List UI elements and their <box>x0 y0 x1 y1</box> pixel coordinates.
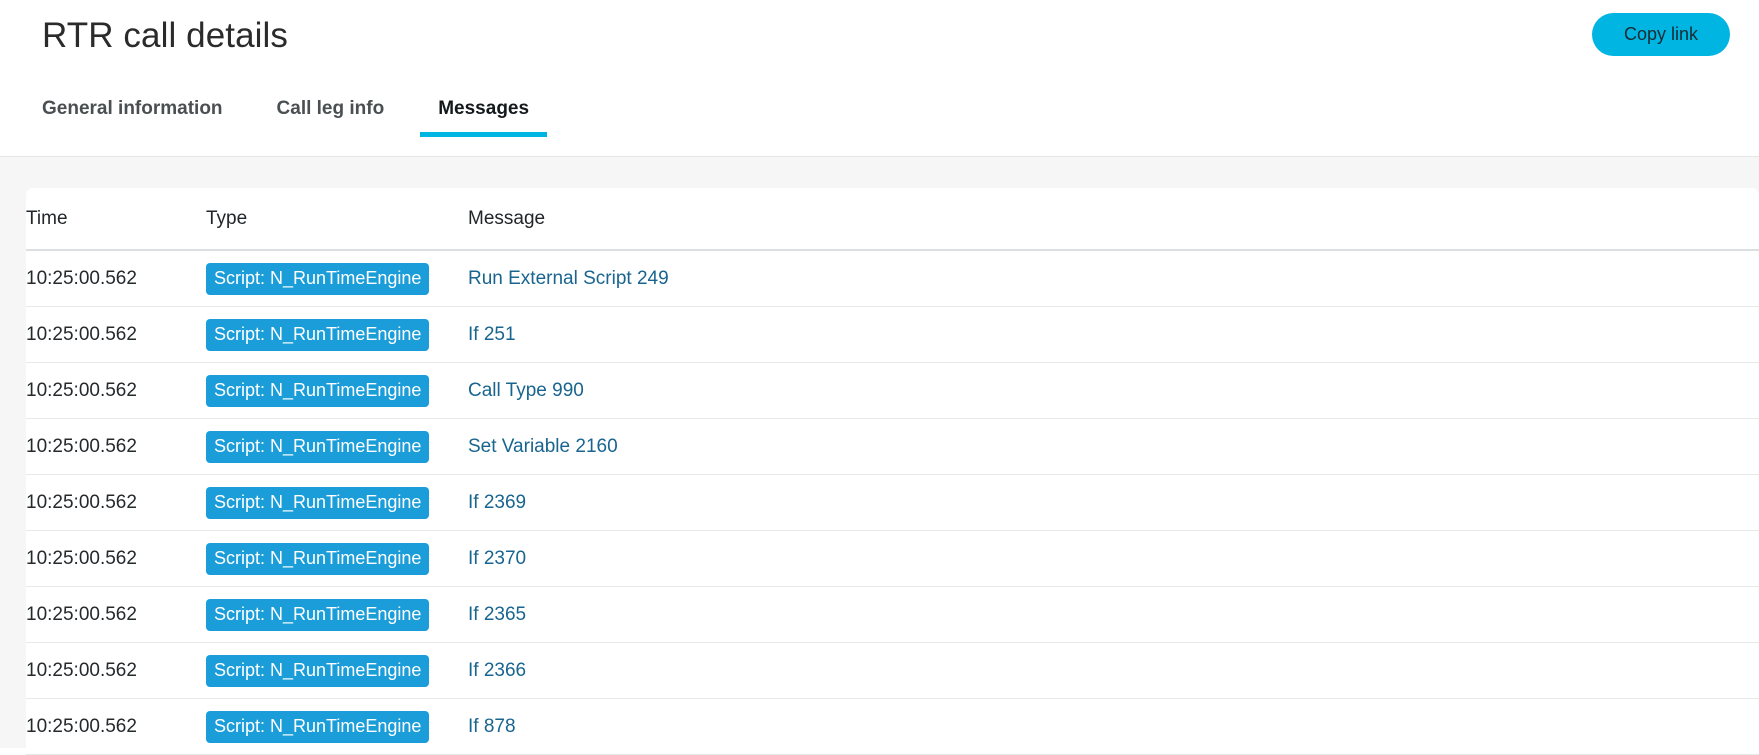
time-value: 10:25:00.562 <box>26 715 137 737</box>
time-value: 10:25:00.562 <box>26 379 137 401</box>
status-badge: Script: N_RunTimeEngine <box>206 710 430 743</box>
message-link[interactable]: If 2369 <box>468 492 526 513</box>
tab-list: General information Call leg info Messag… <box>42 72 583 156</box>
table-row[interactable]: 10:25:00.562 Script: N_RunTimeEngine Set… <box>26 418 1759 475</box>
cell-message: If 878 <box>468 698 1759 755</box>
column-header-message: Message <box>468 188 1759 251</box>
time-value: 10:25:00.562 <box>26 267 137 289</box>
status-badge: Script: N_RunTimeEngine <box>206 318 430 351</box>
message-link[interactable]: Set Variable 2160 <box>468 436 618 457</box>
content-area: Time Type Message 10:25:00.562 Script: N… <box>0 157 1759 755</box>
messages-table-head: Time Type Message <box>26 188 1759 251</box>
column-header-type: Type <box>206 188 468 251</box>
status-badge: Script: N_RunTimeEngine <box>206 654 430 687</box>
cell-time: 10:25:00.562 <box>26 698 206 755</box>
cell-type: Script: N_RunTimeEngine <box>206 474 468 531</box>
table-row[interactable]: 10:25:00.562 Script: N_RunTimeEngine If … <box>26 530 1759 587</box>
tab-call-leg-info[interactable]: Call leg info <box>277 72 385 120</box>
cell-time: 10:25:00.562 <box>26 306 206 363</box>
cell-time: 10:25:00.562 <box>26 586 206 643</box>
status-badge: Script: N_RunTimeEngine <box>206 598 430 631</box>
tab-bar: General information Call leg info Messag… <box>0 72 1759 157</box>
table-header-row: Time Type Message <box>26 188 1759 251</box>
tab-general-information[interactable]: General information <box>42 72 223 120</box>
message-link[interactable]: If 251 <box>468 324 516 345</box>
page-header: RTR call details Copy link <box>0 0 1759 72</box>
cell-message: If 2365 <box>468 586 1759 643</box>
time-value: 10:25:00.562 <box>26 323 137 345</box>
status-badge: Script: N_RunTimeEngine <box>206 374 430 407</box>
cell-type: Script: N_RunTimeEngine <box>206 698 468 755</box>
table-row[interactable]: 10:25:00.562 Script: N_RunTimeEngine If … <box>26 642 1759 699</box>
table-row[interactable]: 10:25:00.562 Script: N_RunTimeEngine Cal… <box>26 362 1759 419</box>
table-row[interactable]: 10:25:00.562 Script: N_RunTimeEngine If … <box>26 698 1759 755</box>
column-header-time: Time <box>26 188 206 251</box>
page-title: RTR call details <box>42 16 289 55</box>
status-badge: Script: N_RunTimeEngine <box>206 486 430 519</box>
message-link[interactable]: If 2365 <box>468 604 526 625</box>
cell-type: Script: N_RunTimeEngine <box>206 362 468 419</box>
cell-message: Call Type 990 <box>468 362 1759 419</box>
time-value: 10:25:00.562 <box>26 603 137 625</box>
cell-type: Script: N_RunTimeEngine <box>206 586 468 643</box>
cell-type: Script: N_RunTimeEngine <box>206 418 468 475</box>
cell-type: Script: N_RunTimeEngine <box>206 306 468 363</box>
status-badge: Script: N_RunTimeEngine <box>206 542 430 575</box>
messages-table: Time Type Message 10:25:00.562 Script: N… <box>26 188 1759 755</box>
status-badge: Script: N_RunTimeEngine <box>206 430 430 463</box>
cell-time: 10:25:00.562 <box>26 250 206 307</box>
message-link[interactable]: If 878 <box>468 716 516 737</box>
status-badge: Script: N_RunTimeEngine <box>206 262 430 295</box>
time-value: 10:25:00.562 <box>26 659 137 681</box>
time-value: 10:25:00.562 <box>26 435 137 457</box>
table-row[interactable]: 10:25:00.562 Script: N_RunTimeEngine If … <box>26 306 1759 363</box>
cell-type: Script: N_RunTimeEngine <box>206 530 468 587</box>
message-link[interactable]: Call Type 990 <box>468 380 584 401</box>
tab-messages[interactable]: Messages <box>420 72 547 137</box>
messages-table-card: Time Type Message 10:25:00.562 Script: N… <box>26 188 1759 755</box>
cell-time: 10:25:00.562 <box>26 530 206 587</box>
cell-time: 10:25:00.562 <box>26 474 206 531</box>
cell-type: Script: N_RunTimeEngine <box>206 250 468 307</box>
table-row[interactable]: 10:25:00.562 Script: N_RunTimeEngine If … <box>26 586 1759 643</box>
time-value: 10:25:00.562 <box>26 547 137 569</box>
cell-type: Script: N_RunTimeEngine <box>206 642 468 699</box>
cell-time: 10:25:00.562 <box>26 362 206 419</box>
cell-message: If 2370 <box>468 530 1759 587</box>
cell-message: Run External Script 249 <box>468 250 1759 307</box>
cell-message: If 251 <box>468 306 1759 363</box>
message-link[interactable]: If 2366 <box>468 660 526 681</box>
time-value: 10:25:00.562 <box>26 491 137 513</box>
cell-time: 10:25:00.562 <box>26 418 206 475</box>
messages-table-body: 10:25:00.562 Script: N_RunTimeEngine Run… <box>26 250 1759 755</box>
cell-message: If 2369 <box>468 474 1759 531</box>
copy-link-button[interactable]: Copy link <box>1591 13 1730 56</box>
table-row[interactable]: 10:25:00.562 Script: N_RunTimeEngine Run… <box>26 250 1759 307</box>
message-link[interactable]: Run External Script 249 <box>468 268 669 289</box>
message-link[interactable]: If 2370 <box>468 548 526 569</box>
cell-message: Set Variable 2160 <box>468 418 1759 475</box>
cell-message: If 2366 <box>468 642 1759 699</box>
cell-time: 10:25:00.562 <box>26 642 206 699</box>
table-row[interactable]: 10:25:00.562 Script: N_RunTimeEngine If … <box>26 474 1759 531</box>
